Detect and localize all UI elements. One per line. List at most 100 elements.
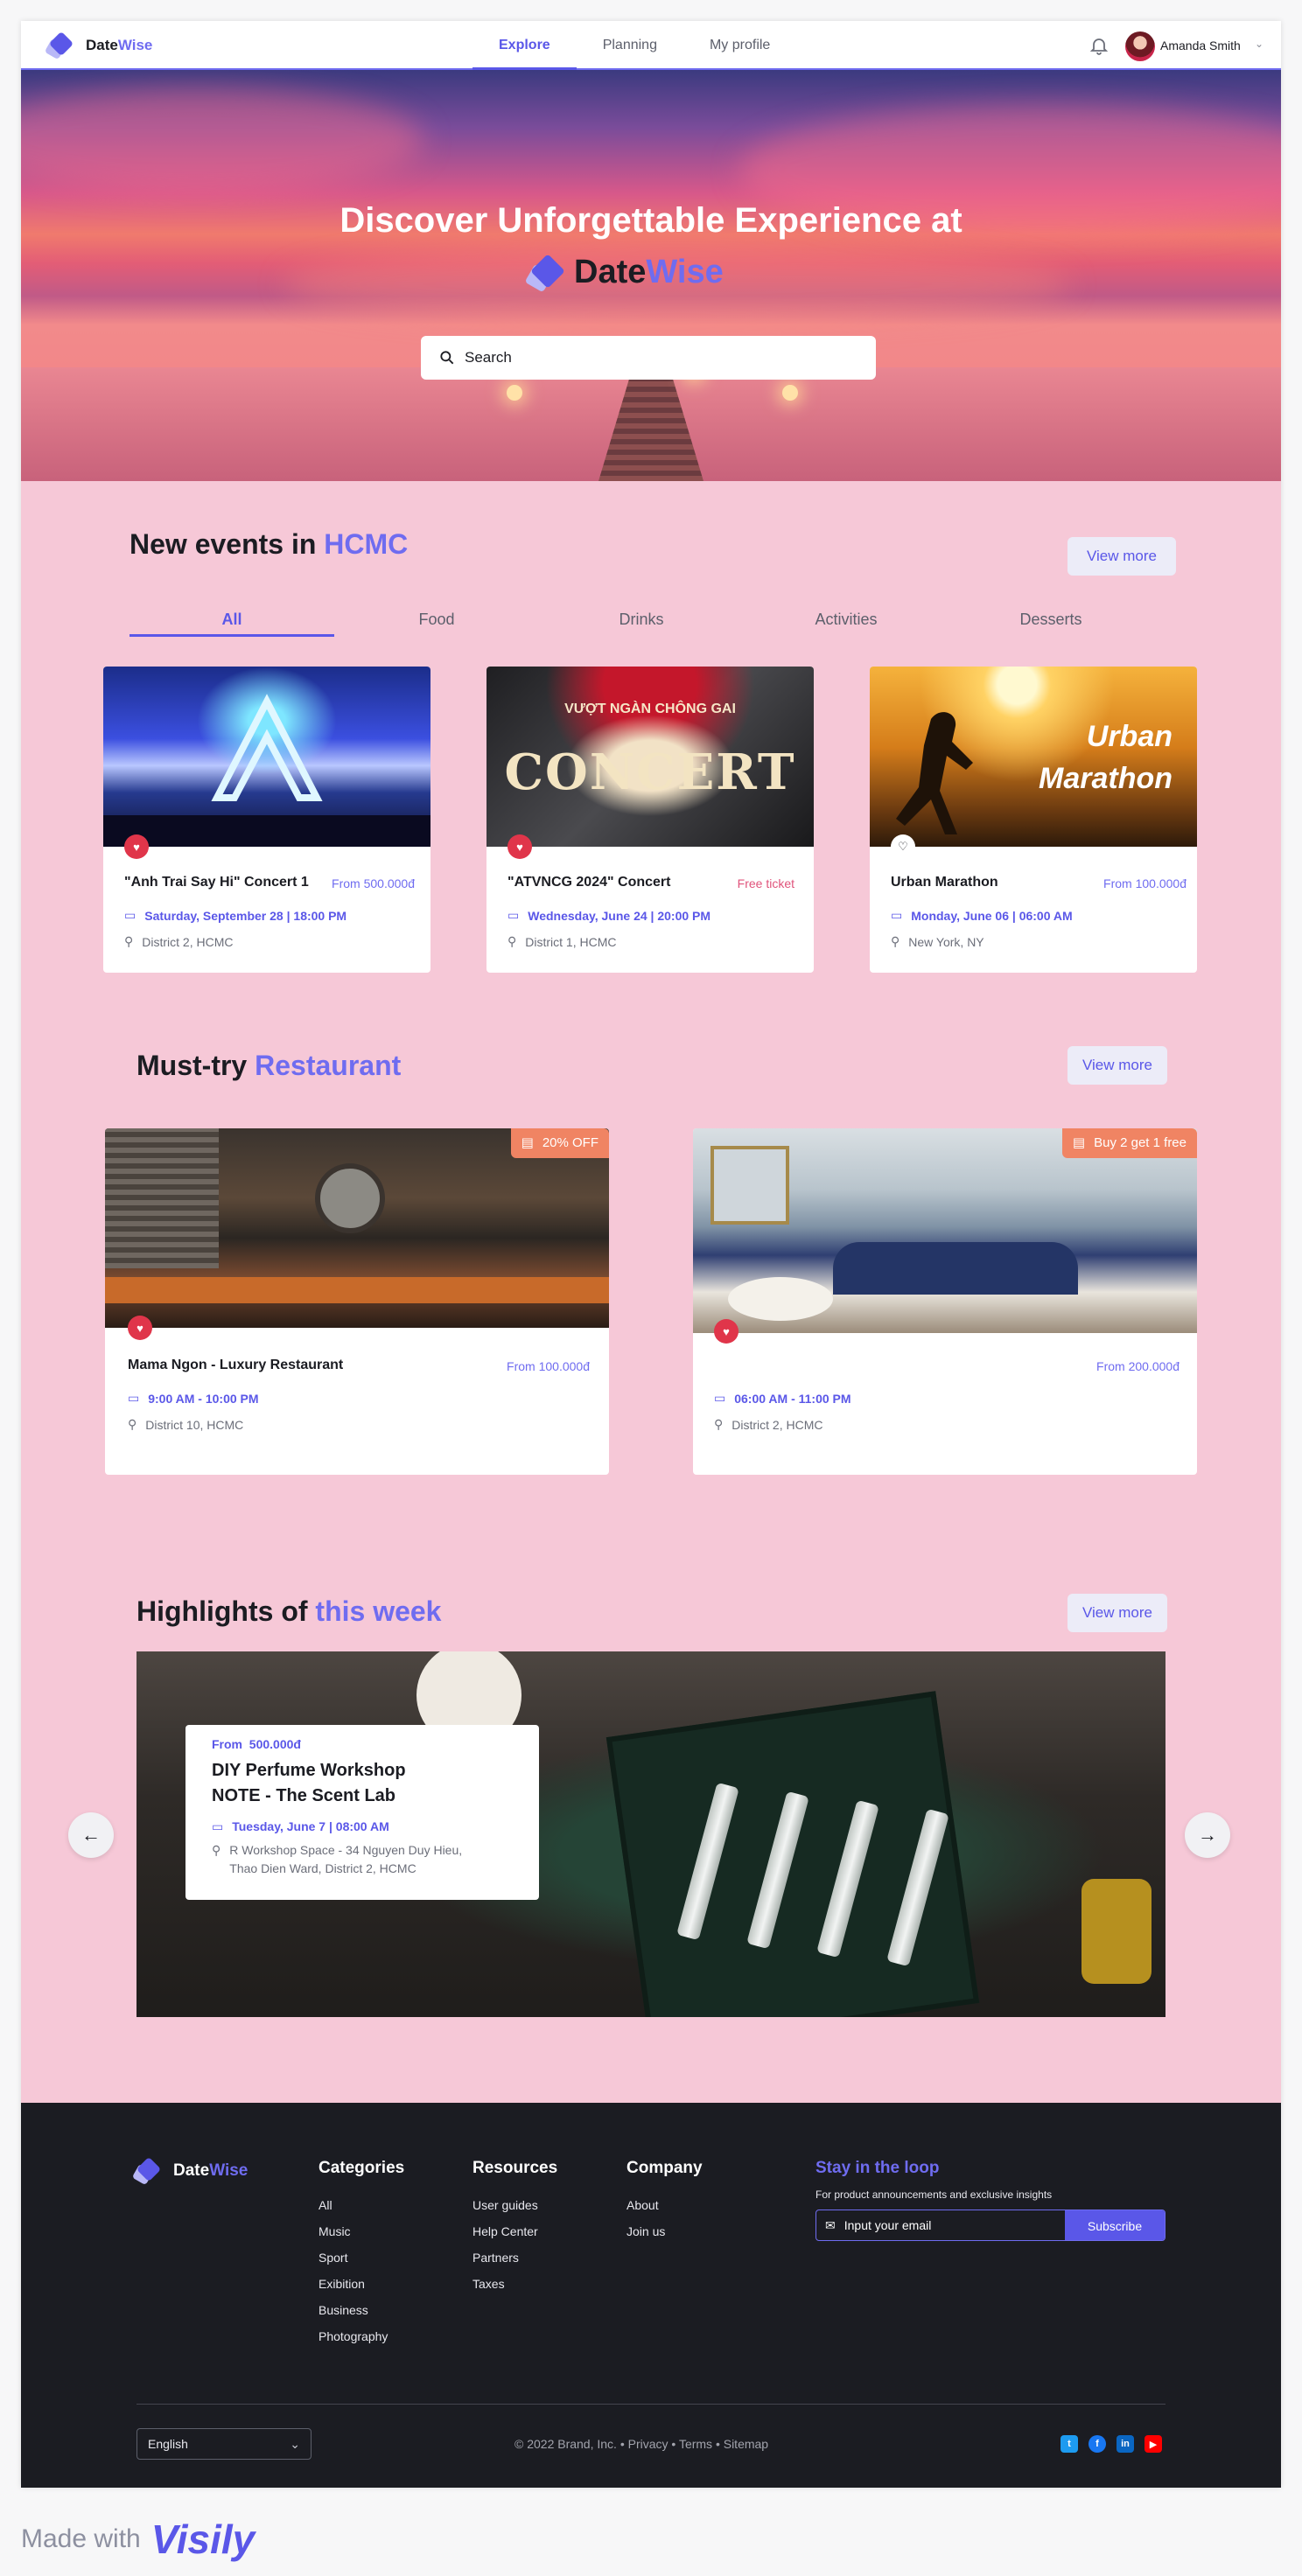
restaurants-title-highlight: Restaurant (255, 1050, 402, 1081)
search-input[interactable]: Search (421, 336, 876, 380)
event-card[interactable]: Urban Marathon ♡ Urban Marathon From 100.… (870, 667, 1197, 973)
email-placeholder: Input your email (844, 2218, 932, 2232)
event-card[interactable]: VƯỢT NGÀN CHÔNG GAI CONCERT ♥ "ATVNCG 20… (486, 667, 814, 973)
event-location-text: District 1, HCMC (525, 934, 617, 949)
carousel-next-button[interactable]: → (1185, 1812, 1230, 1858)
bell-icon[interactable] (1088, 35, 1110, 56)
events-view-more-button[interactable]: View more (1068, 537, 1176, 576)
address-line2: Thao Dien Ward, District 2, HCMC (229, 1861, 416, 1875)
user-name[interactable]: Amanda Smith (1160, 38, 1241, 52)
highlights-title-highlight: this week (315, 1595, 442, 1627)
restaurant-location: ⚲ District 10, HCMC (128, 1417, 243, 1432)
image-text-top: VƯỢT NGÀN CHÔNG GAI (564, 702, 736, 716)
restaurant-location: ⚲ District 2, HCMC (714, 1417, 823, 1432)
event-image: Urban Marathon (870, 667, 1197, 847)
hero-headline: Discover Unforgettable Experience at (340, 201, 962, 240)
favorite-heart-icon[interactable]: ♥ (714, 1319, 738, 1344)
visily-logo: Visily (150, 2517, 256, 2562)
restaurants-view-more-button[interactable]: View more (1068, 1046, 1167, 1085)
avatar[interactable] (1125, 31, 1155, 61)
location-pin-icon: ⚲ (714, 1417, 724, 1431)
footer-brand-logo[interactable]: Date Wise (131, 2156, 248, 2186)
highlight-event-card[interactable]: From 500.000đ DIY Perfume Workshop NOTE -… (186, 1725, 539, 1900)
restaurant-image (105, 1128, 609, 1328)
restaurant-location-text: District 10, HCMC (145, 1417, 244, 1432)
favorite-heart-icon[interactable]: ♥ (508, 834, 532, 859)
subscribe-button[interactable]: Subscribe (1065, 2210, 1165, 2240)
email-field[interactable]: ✉ Input your email (816, 2210, 1065, 2240)
restaurant-price: From 100.000đ (507, 1359, 590, 1373)
restaurant-hours-text: 06:00 AM - 11:00 PM (734, 1391, 851, 1406)
location-pin-icon: ⚲ (212, 1843, 221, 1857)
highlight-date-text: Tuesday, June 7 | 08:00 AM (232, 1819, 389, 1833)
footer-link[interactable]: Business (318, 2297, 404, 2323)
restaurant-card[interactable]: ▤ 20% OFF ♥ Mama Ngon - Luxury Restaurant… (105, 1128, 609, 1475)
event-price: From 500.000đ (332, 876, 415, 890)
brand-name-first: Date (173, 2161, 210, 2180)
event-name: "Anh Trai Say Hi" Concert 1 (124, 875, 309, 890)
footer-link[interactable]: Partners (472, 2244, 557, 2271)
discount-badge: ▤ 20% OFF (510, 1128, 609, 1158)
newsletter-text: For product announcements and exclusive … (816, 2189, 1053, 2201)
footer-link[interactable]: About (626, 2192, 703, 2218)
tab-planning[interactable]: Planning (577, 21, 683, 70)
chevron-down-icon[interactable]: ⌄ (1255, 38, 1264, 50)
category-tab-all[interactable]: All (130, 602, 334, 637)
restaurant-hours: ▭ 06:00 AM - 11:00 PM (714, 1391, 851, 1406)
calendar-icon: ▭ (124, 908, 136, 922)
brand-name-second: Wise (117, 37, 153, 53)
footer-link[interactable]: Exibition (318, 2271, 404, 2297)
event-location: ⚲ District 1, HCMC (508, 934, 617, 949)
event-location-text: New York, NY (908, 934, 984, 949)
footer-link[interactable]: Join us (626, 2218, 703, 2244)
footer-link[interactable]: Music (318, 2218, 404, 2244)
event-image (103, 667, 430, 847)
chevron-down-icon: ⌄ (290, 2437, 300, 2451)
carousel-prev-button[interactable]: ← (68, 1812, 114, 1858)
logo-icon (44, 31, 79, 60)
footer-categories: Categories All Music Sport Exibition Bus… (318, 2159, 404, 2349)
event-card[interactable]: ♥ "Anh Trai Say Hi" Concert 1 From 500.0… (103, 667, 430, 973)
made-with-prefix: Made with (21, 2524, 141, 2553)
highlights-view-more-button[interactable]: View more (1068, 1594, 1167, 1632)
hero-banner: Discover Unforgettable Experience at Dat… (21, 70, 1281, 481)
footer-link[interactable]: All (318, 2192, 404, 2218)
ticket-icon: ▤ (521, 1135, 534, 1150)
restaurant-hours: ▭ 9:00 AM - 10:00 PM (128, 1391, 259, 1406)
twitter-icon[interactable]: t (1060, 2435, 1078, 2453)
event-name: Urban Marathon (891, 875, 998, 890)
favorite-heart-icon[interactable]: ♥ (128, 1316, 152, 1340)
tab-explore[interactable]: Explore (472, 21, 577, 70)
brand-logo[interactable]: Date Wise (44, 31, 153, 60)
category-tab-activities[interactable]: Activities (744, 602, 948, 637)
footer-link[interactable]: Help Center (472, 2218, 557, 2244)
facebook-icon[interactable]: f (1088, 2435, 1106, 2453)
footer-link[interactable]: Sport (318, 2244, 404, 2271)
search-icon (440, 351, 454, 365)
tab-my-profile[interactable]: My profile (683, 21, 796, 70)
logo-icon (131, 2156, 166, 2186)
event-date: ▭ Wednesday, June 24 | 20:00 PM (508, 908, 710, 923)
highlight-date: ▭ Tuesday, June 7 | 08:00 AM (212, 1819, 513, 1834)
linkedin-icon[interactable]: in (1116, 2435, 1134, 2453)
category-tab-desserts[interactable]: Desserts (948, 602, 1153, 637)
language-select[interactable]: English ⌄ (136, 2428, 312, 2460)
category-tabs: All Food Drinks Activities Desserts (130, 602, 1153, 637)
social-links: t f in ▶ (1060, 2435, 1162, 2453)
category-tab-drinks[interactable]: Drinks (539, 602, 744, 637)
brand-name-second: Wise (646, 254, 724, 290)
events-section-title: New events in HCMC (130, 528, 408, 561)
location-pin-icon: ⚲ (508, 934, 517, 948)
event-price: Free ticket (737, 876, 794, 890)
youtube-icon[interactable]: ▶ (1144, 2435, 1162, 2453)
footer-link[interactable]: Taxes (472, 2271, 557, 2297)
event-date: ▭ Saturday, September 28 | 18:00 PM (124, 908, 346, 923)
category-tab-food[interactable]: Food (334, 602, 539, 637)
restaurant-card[interactable]: ▤ Buy 2 get 1 free ♥ From 200.000đ ▭ 06:00… (693, 1128, 1197, 1475)
footer-link[interactable]: User guides (472, 2192, 557, 2218)
favorite-heart-icon[interactable]: ♡ (891, 834, 915, 859)
footer-link[interactable]: Photography (318, 2323, 404, 2349)
made-with-visily[interactable]: Made with Visily (21, 2516, 255, 2563)
favorite-heart-icon[interactable]: ♥ (124, 834, 149, 859)
image-text-urban: Urban (1086, 720, 1172, 753)
